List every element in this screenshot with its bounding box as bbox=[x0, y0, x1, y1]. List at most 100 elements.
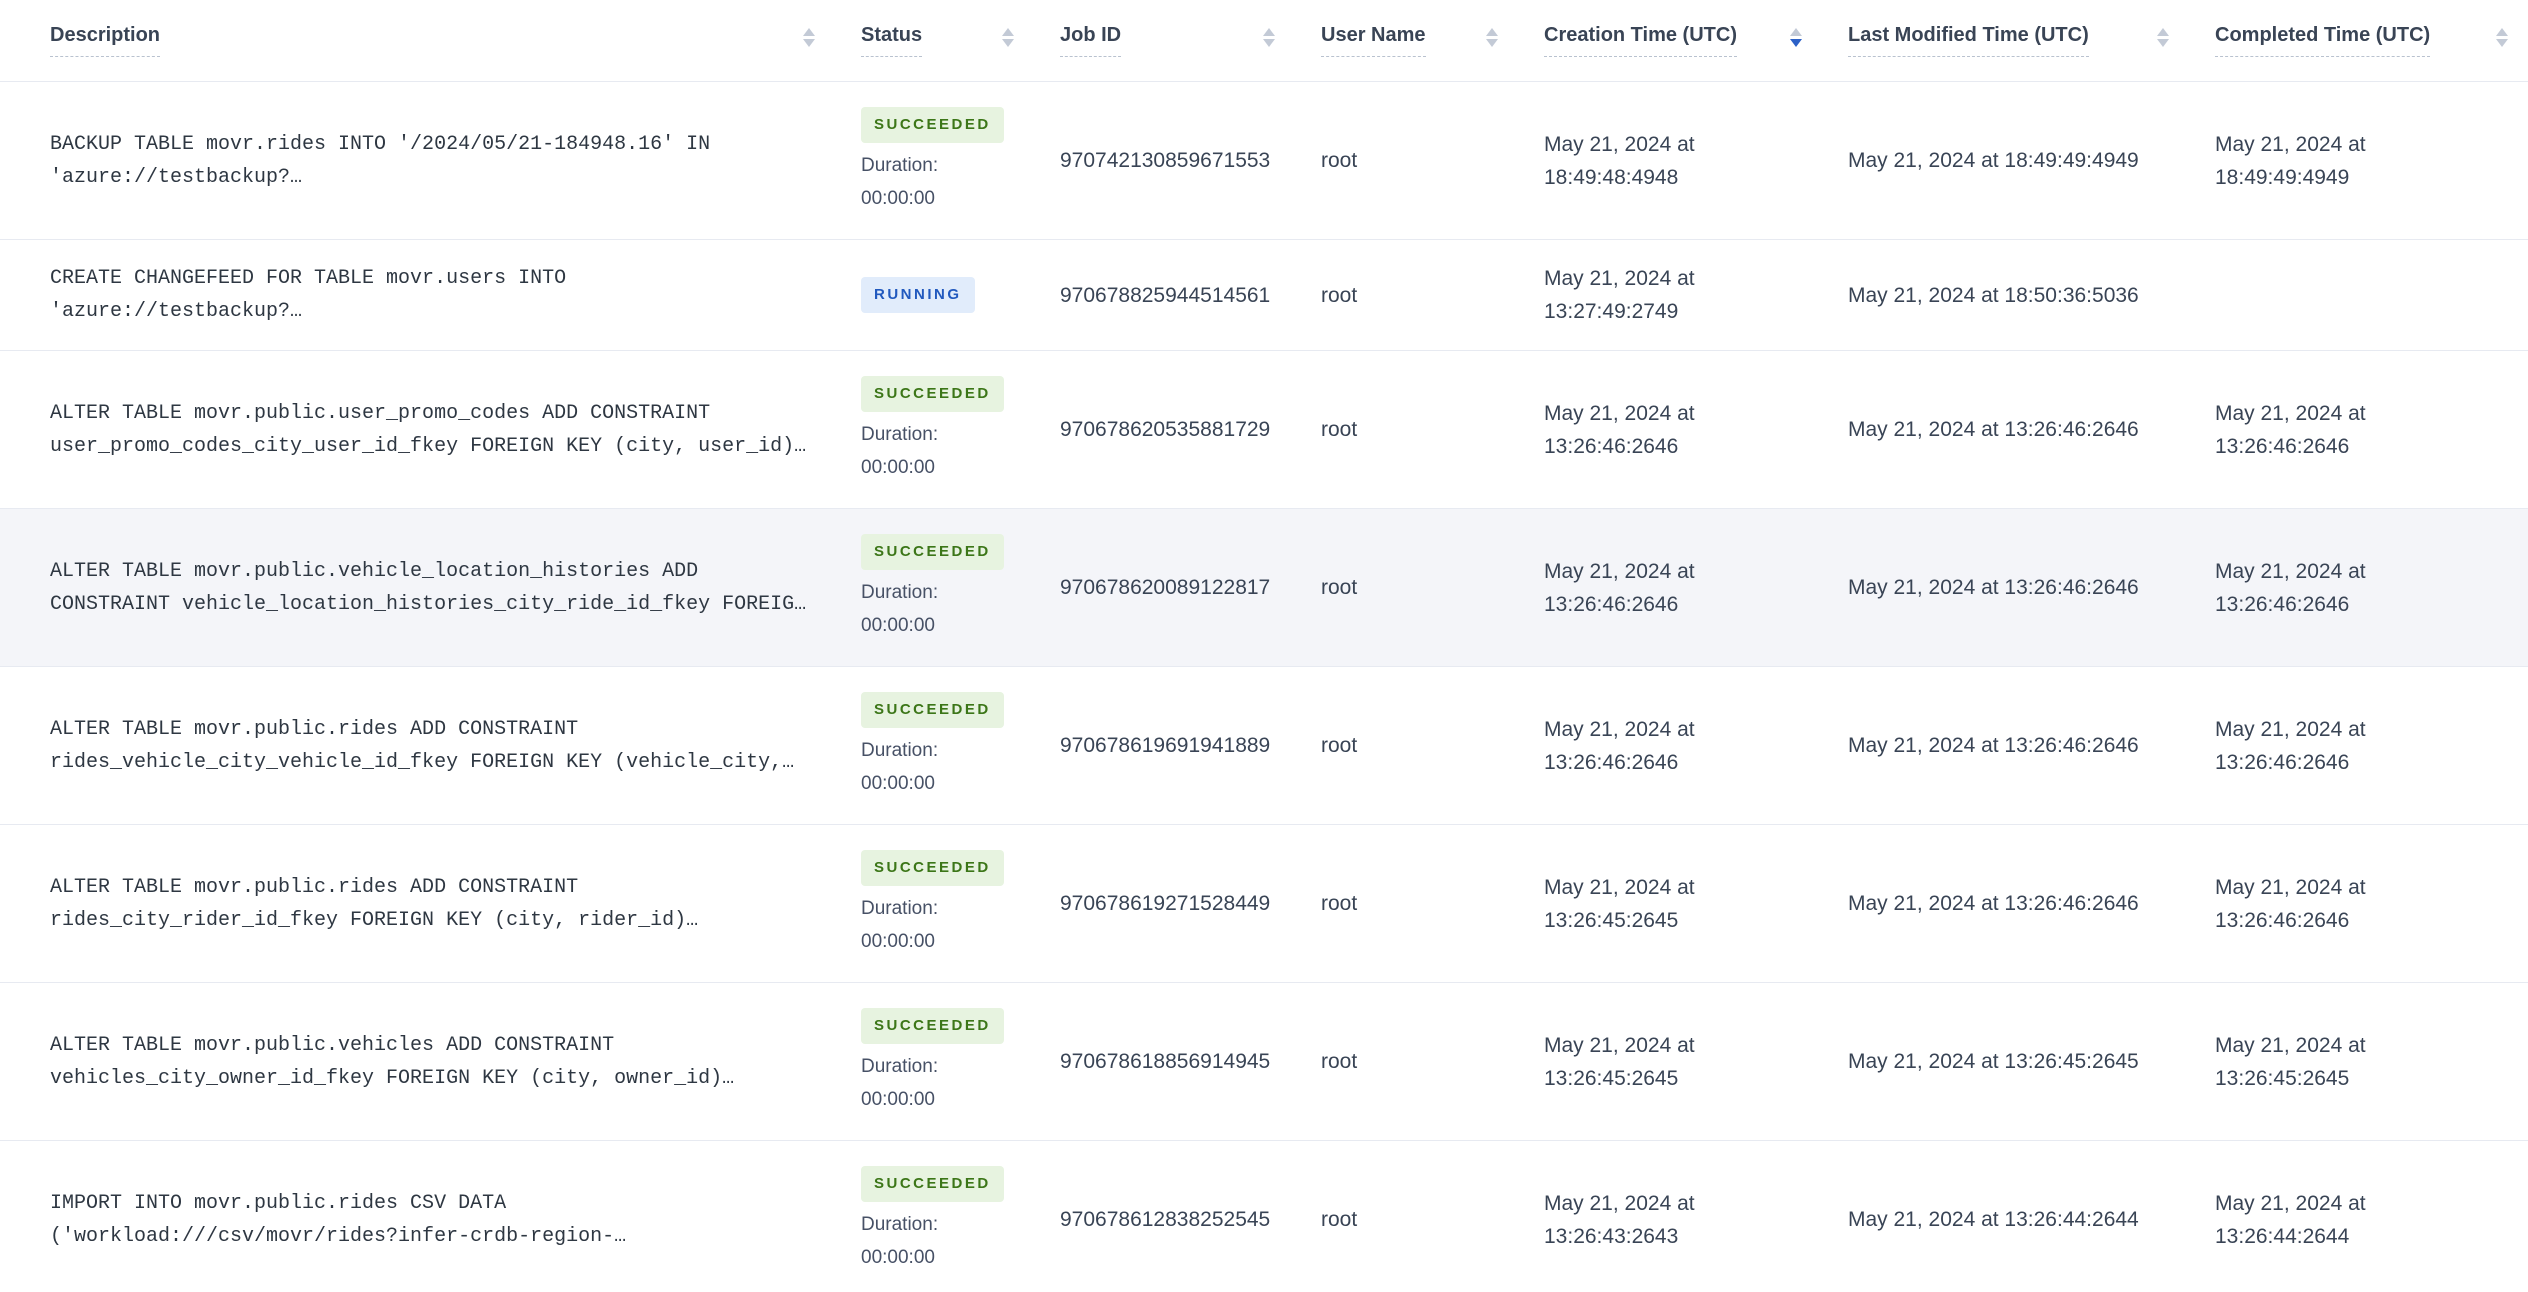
completed-time-cell: May 21, 2024 at 13:26:46:2646 bbox=[2215, 555, 2528, 621]
duration-value: 00:00:00 bbox=[861, 1088, 935, 1110]
column-header-label: User Name bbox=[1321, 24, 1426, 57]
job-id-cell: 970678825944514561 bbox=[1060, 279, 1321, 312]
column-header-description[interactable]: Description bbox=[0, 24, 861, 57]
duration-value: 00:00:00 bbox=[861, 1246, 935, 1268]
last-modified-time: May 21, 2024 at 13:26:45:2645 bbox=[1848, 1050, 2139, 1073]
column-header-last-modified-time-utc[interactable]: Last Modified Time (UTC) bbox=[1848, 24, 2215, 57]
sort-down-icon bbox=[803, 39, 815, 47]
sort-arrows-icon[interactable] bbox=[1790, 28, 1802, 47]
job-description: ALTER TABLE movr.public.vehicle_location… bbox=[50, 559, 807, 616]
status-cell: SUCCEEDED Duration: 00:00:00 bbox=[861, 375, 1060, 484]
status-cell: SUCCEEDED Duration: 00:00:00 bbox=[861, 106, 1060, 215]
duration-label: Duration: bbox=[861, 581, 939, 603]
job-id: 970678612838252545 bbox=[1060, 1208, 1271, 1231]
sort-arrows-icon[interactable] bbox=[2496, 28, 2508, 47]
completed-time-cell: May 21, 2024 at 18:49:49:4949 bbox=[2215, 128, 2528, 194]
job-id: 970678620535881729 bbox=[1060, 418, 1271, 441]
duration-value: 00:00:00 bbox=[861, 772, 935, 794]
sort-arrows-icon[interactable] bbox=[2157, 28, 2169, 47]
column-header-creation-time-utc[interactable]: Creation Time (UTC) bbox=[1544, 24, 1848, 57]
last-modified-time-cell: May 21, 2024 at 13:26:45:2645 bbox=[1848, 1045, 2215, 1078]
creation-time-cell: May 21, 2024 at 13:27:49:2749 bbox=[1544, 262, 1848, 328]
creation-time-cell: May 21, 2024 at 13:26:46:2646 bbox=[1544, 397, 1848, 463]
status-cell: SUCCEEDED Duration: 00:00:00 bbox=[861, 691, 1060, 800]
description-cell: ALTER TABLE movr.public.user_promo_codes… bbox=[0, 397, 861, 463]
last-modified-time-cell: May 21, 2024 at 13:26:46:2646 bbox=[1848, 571, 2215, 604]
table-row[interactable]: CREATE CHANGEFEED FOR TABLE movr.users I… bbox=[0, 240, 2528, 351]
completed-time: May 21, 2024 at 13:26:44:2644 bbox=[2215, 1191, 2366, 1248]
last-modified-time-cell: May 21, 2024 at 18:50:36:5036 bbox=[1848, 279, 2215, 312]
completed-time-cell: May 21, 2024 at 13:26:46:2646 bbox=[2215, 871, 2528, 937]
completed-time-cell: May 21, 2024 at 13:26:44:2644 bbox=[2215, 1187, 2528, 1253]
table-row[interactable]: BACKUP TABLE movr.rides INTO '/2024/05/2… bbox=[0, 82, 2528, 240]
user-name-cell: root bbox=[1321, 144, 1544, 177]
sort-up-icon bbox=[1790, 28, 1802, 36]
last-modified-time-cell: May 21, 2024 at 13:26:46:2646 bbox=[1848, 887, 2215, 920]
column-header-user-name[interactable]: User Name bbox=[1321, 24, 1544, 57]
column-header-job-id[interactable]: Job ID bbox=[1060, 24, 1321, 57]
last-modified-time: May 21, 2024 at 13:26:46:2646 bbox=[1848, 892, 2139, 915]
user-name: root bbox=[1321, 149, 1358, 172]
duration-value: 00:00:00 bbox=[861, 614, 935, 636]
user-name: root bbox=[1321, 283, 1358, 307]
user-name-cell: root bbox=[1321, 571, 1544, 604]
last-modified-time: May 21, 2024 at 13:26:46:2646 bbox=[1848, 734, 2139, 757]
sort-up-icon bbox=[2496, 28, 2508, 36]
creation-time: May 21, 2024 at 18:49:48:4948 bbox=[1544, 132, 1695, 189]
user-name: root bbox=[1321, 1208, 1358, 1231]
job-description: ALTER TABLE movr.public.vehicles ADD CON… bbox=[50, 1033, 735, 1090]
duration-label: Duration: bbox=[861, 739, 939, 761]
creation-time-cell: May 21, 2024 at 13:26:43:2643 bbox=[1544, 1187, 1848, 1253]
creation-time-cell: May 21, 2024 at 13:26:45:2645 bbox=[1544, 1029, 1848, 1095]
creation-time: May 21, 2024 at 13:26:45:2645 bbox=[1544, 875, 1695, 932]
completed-time-cell: May 21, 2024 at 13:26:46:2646 bbox=[2215, 713, 2528, 779]
jobs-table-header: Description Status Job ID User Name Crea… bbox=[0, 0, 2528, 82]
sort-down-icon bbox=[2157, 39, 2169, 47]
job-description: IMPORT INTO movr.public.rides CSV DATA (… bbox=[50, 1191, 627, 1248]
sort-arrows-icon[interactable] bbox=[1002, 28, 1014, 47]
user-name-cell: root bbox=[1321, 279, 1544, 312]
sort-arrows-icon[interactable] bbox=[1263, 28, 1275, 47]
sort-down-icon bbox=[1790, 39, 1802, 47]
column-header-status[interactable]: Status bbox=[861, 24, 1060, 57]
column-header-label: Creation Time (UTC) bbox=[1544, 24, 1737, 57]
last-modified-time-cell: May 21, 2024 at 13:26:46:2646 bbox=[1848, 413, 2215, 446]
column-header-label: Completed Time (UTC) bbox=[2215, 24, 2431, 57]
last-modified-time-cell: May 21, 2024 at 13:26:46:2646 bbox=[1848, 729, 2215, 762]
column-header-label: Status bbox=[861, 24, 923, 57]
status-badge: SUCCEEDED bbox=[861, 1007, 1004, 1044]
creation-time-cell: May 21, 2024 at 13:26:46:2646 bbox=[1544, 713, 1848, 779]
sort-up-icon bbox=[1486, 28, 1498, 36]
completed-time-cell: May 21, 2024 at 13:26:45:2645 bbox=[2215, 1029, 2528, 1095]
status-cell: SUCCEEDED Duration: 00:00:00 bbox=[861, 1007, 1060, 1116]
sort-up-icon bbox=[2157, 28, 2169, 36]
description-cell: ALTER TABLE movr.public.vehicle_location… bbox=[0, 555, 861, 621]
table-row[interactable]: IMPORT INTO movr.public.rides CSV DATA (… bbox=[0, 1141, 2528, 1292]
completed-time: May 21, 2024 at 13:26:46:2646 bbox=[2215, 875, 2366, 932]
status-badge: SUCCEEDED bbox=[861, 375, 1004, 412]
table-row[interactable]: ALTER TABLE movr.public.user_promo_codes… bbox=[0, 351, 2528, 509]
creation-time: May 21, 2024 at 13:27:49:2749 bbox=[1544, 267, 1695, 323]
status-badge: SUCCEEDED bbox=[861, 106, 1004, 143]
table-row[interactable]: ALTER TABLE movr.public.rides ADD CONSTR… bbox=[0, 667, 2528, 825]
duration-label: Duration: bbox=[861, 1055, 939, 1077]
last-modified-time: May 21, 2024 at 13:26:46:2646 bbox=[1848, 576, 2139, 599]
column-header-completed-time-utc[interactable]: Completed Time (UTC) bbox=[2215, 24, 2528, 57]
table-row[interactable]: ALTER TABLE movr.public.vehicle_location… bbox=[0, 509, 2528, 667]
table-row[interactable]: ALTER TABLE movr.public.vehicles ADD CON… bbox=[0, 983, 2528, 1141]
sort-arrows-icon[interactable] bbox=[803, 28, 815, 47]
job-id-cell: 970678620089122817 bbox=[1060, 571, 1321, 604]
sort-arrows-icon[interactable] bbox=[1486, 28, 1498, 47]
job-id: 970678619691941889 bbox=[1060, 734, 1271, 757]
duration-label: Duration: bbox=[861, 154, 939, 176]
job-id-cell: 970742130859671553 bbox=[1060, 144, 1321, 177]
creation-time-cell: May 21, 2024 at 13:26:45:2645 bbox=[1544, 871, 1848, 937]
table-row[interactable]: ALTER TABLE movr.public.rides ADD CONSTR… bbox=[0, 825, 2528, 983]
creation-time: May 21, 2024 at 13:26:45:2645 bbox=[1544, 1033, 1695, 1090]
sort-up-icon bbox=[1263, 28, 1275, 36]
job-id: 970678618856914945 bbox=[1060, 1050, 1271, 1073]
sort-down-icon bbox=[1263, 39, 1275, 47]
user-name: root bbox=[1321, 892, 1358, 915]
completed-time: May 21, 2024 at 13:26:46:2646 bbox=[2215, 401, 2366, 458]
last-modified-time-cell: May 21, 2024 at 18:49:49:4949 bbox=[1848, 144, 2215, 177]
